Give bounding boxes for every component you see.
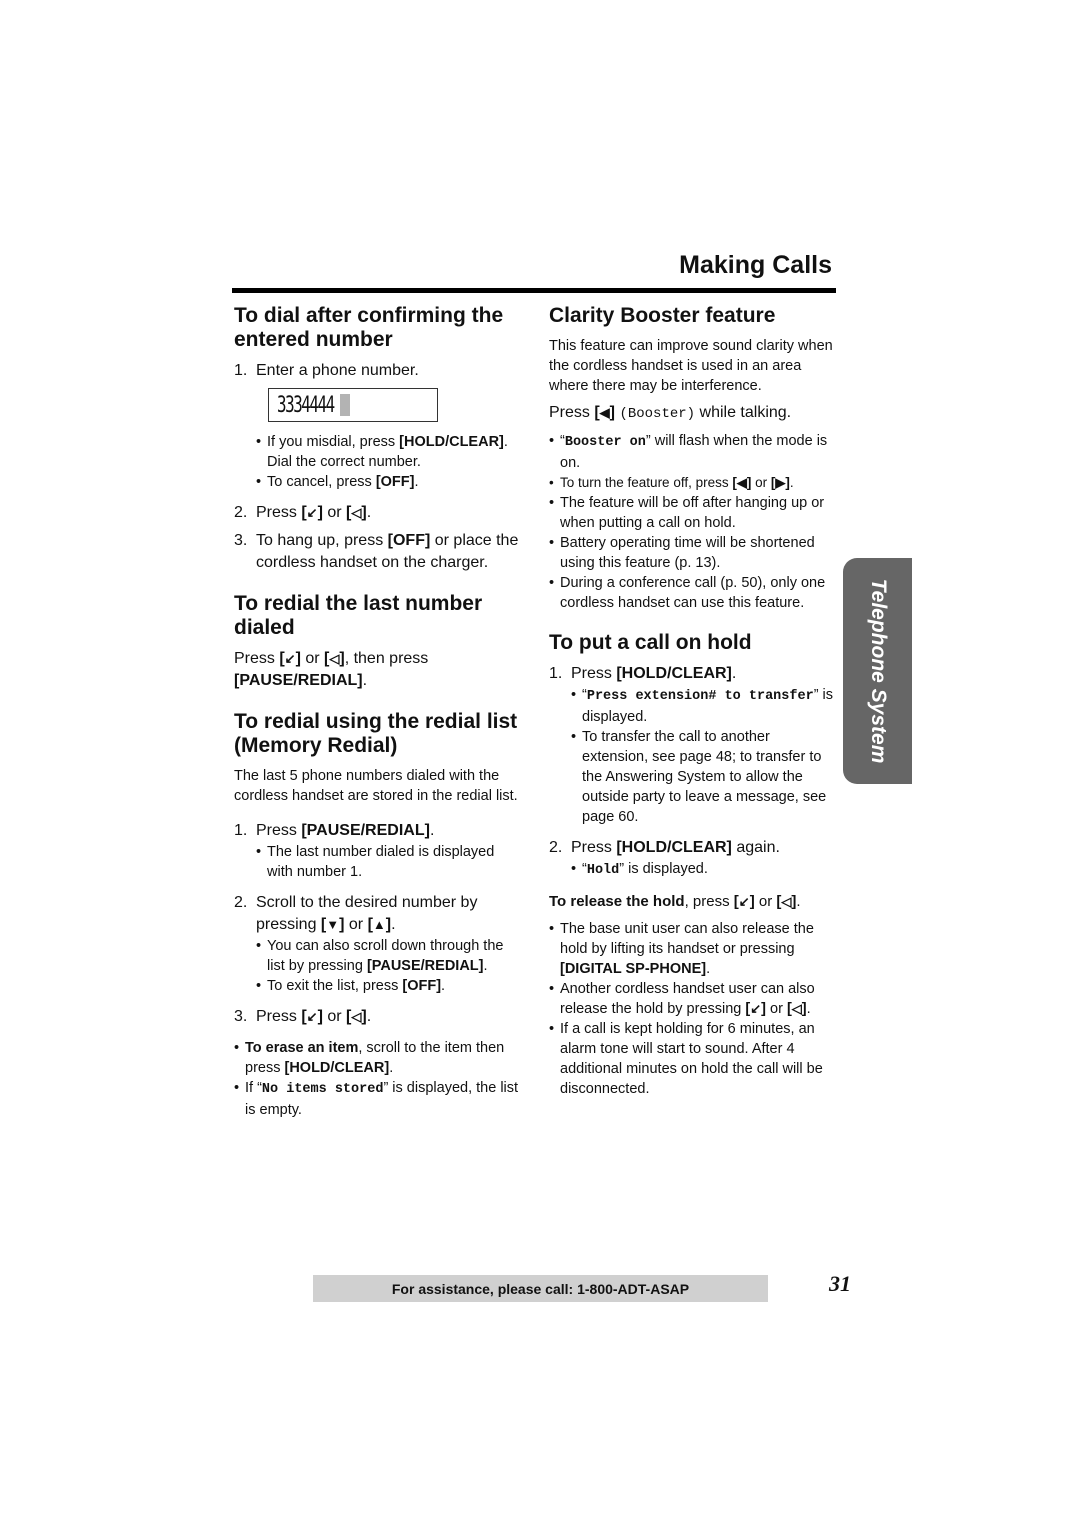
- step-2: 2. Press [HOLD/CLEAR] again.: [549, 839, 780, 856]
- list-item: Battery operating time will be shortened…: [549, 533, 834, 573]
- speakerphone-icon: ◁: [791, 1001, 802, 1016]
- arrow-up-icon: ▲: [372, 917, 386, 932]
- step-2: 2. Scroll to the desired number by press…: [234, 892, 519, 936]
- off-key: [OFF]: [402, 978, 442, 994]
- header-rule: [232, 288, 836, 293]
- talk-icon: ↙: [284, 651, 296, 666]
- talk-icon: ↙: [750, 1001, 762, 1016]
- step-3: 3. To hang up, press [OFF] or place the …: [234, 532, 519, 571]
- step-2: 2. Press [↙] or [◁].: [234, 502, 519, 524]
- display-message: Booster on: [564, 435, 646, 450]
- hold-clear-key: [HOLD/CLEAR]: [284, 1060, 390, 1076]
- clarity-intro: This feature can improve sound clarity w…: [549, 338, 833, 394]
- memory-redial-notes: To erase an item, scroll to the item the…: [234, 1038, 519, 1120]
- hold-clear-key: [HOLD/CLEAR]: [616, 665, 732, 682]
- speakerphone-icon: ◁: [329, 651, 340, 666]
- list-item: To transfer the call to another extensio…: [571, 727, 834, 827]
- assistance-banner: For assistance, please call: 1-800-ADT-A…: [313, 1275, 768, 1302]
- list-item: “Booster on” will flash when the mode is…: [549, 431, 834, 473]
- arrow-left-icon: ◀: [736, 475, 747, 490]
- section-heading: To redial using the redial list (Memory …: [234, 710, 518, 757]
- lcd-display: 3334444: [268, 388, 438, 422]
- section-tab-label: Telephone System: [866, 578, 890, 764]
- step-1: 1. Enter a phone number.: [234, 362, 419, 379]
- section-tab: Telephone System: [843, 558, 912, 784]
- step-1-notes: “Press extension# to transfer” is displa…: [571, 685, 834, 827]
- page-number: 31: [829, 1271, 851, 1296]
- list-item: The last number dialed is displayed with…: [256, 842, 519, 882]
- pause-redial-key: [PAUSE/REDIAL]: [366, 958, 484, 974]
- speakerphone-icon: ◁: [781, 894, 792, 909]
- step-2-notes: “Hold” is displayed.: [571, 859, 834, 881]
- right-column: Clarity Booster feature This feature can…: [549, 304, 834, 1099]
- list-item: To turn the feature off, press [◀] or [▶…: [549, 473, 834, 493]
- list-item: During a conference call (p. 50), only o…: [549, 573, 834, 613]
- page-title: Making Calls: [679, 251, 832, 279]
- speakerphone-icon: ◁: [351, 1009, 362, 1024]
- list-item: If “No items stored” is displayed, the l…: [234, 1078, 519, 1120]
- clarity-notes: “Booster on” will flash when the mode is…: [549, 431, 834, 613]
- left-column: To dial after confirming the entered num…: [234, 304, 519, 1120]
- list-item: If a call is kept holding for 6 minutes,…: [549, 1019, 834, 1099]
- pause-redial-key: [PAUSE/REDIAL]: [234, 672, 363, 689]
- display-message: Press extension# to transfer: [586, 689, 814, 704]
- off-key: [OFF]: [387, 532, 431, 549]
- section-call-on-hold: To put a call on hold 1. Press [HOLD/CLE…: [549, 631, 834, 1099]
- off-key: [OFF]: [375, 474, 415, 490]
- arrow-down-icon: ▼: [326, 917, 340, 932]
- section-redial-last: To redial the last number dialed Press […: [234, 592, 519, 692]
- step-2-notes: You can also scroll down through the lis…: [256, 936, 519, 996]
- step-1: 1. Press [PAUSE/REDIAL].: [234, 822, 435, 839]
- pause-redial-key: [PAUSE/REDIAL]: [301, 822, 430, 839]
- list-item: You can also scroll down through the lis…: [256, 936, 519, 976]
- section-dial-after-confirming: To dial after confirming the entered num…: [234, 304, 519, 574]
- hold-clear-key: [HOLD/CLEAR]: [399, 434, 504, 450]
- section-heading: To put a call on hold: [549, 631, 752, 654]
- digital-sp-phone-key: [DIGITAL SP-PHONE]: [560, 961, 707, 977]
- section-heading: To dial after confirming the entered num…: [234, 304, 504, 351]
- clarity-instruction: Press [◀] (Booster) while talking.: [549, 404, 792, 422]
- step-1-notes: If you misdial, press [HOLD/CLEAR]. Dial…: [256, 432, 519, 492]
- arrow-right-icon: ▶: [775, 475, 786, 490]
- section-memory-redial: To redial using the redial list (Memory …: [234, 710, 519, 1120]
- list-item: To exit the list, press [OFF].: [256, 976, 519, 996]
- memory-redial-intro: The last 5 phone numbers dialed with the…: [234, 768, 518, 804]
- release-hold-notes: The base unit user can also release the …: [549, 919, 834, 1099]
- section-clarity-booster: Clarity Booster feature This feature can…: [549, 304, 834, 613]
- section-heading: To redial the last number dialed: [234, 592, 483, 639]
- section-heading: Clarity Booster feature: [549, 304, 776, 327]
- list-item: “Hold” is displayed.: [571, 859, 834, 881]
- display-message: No items stored: [261, 1082, 384, 1097]
- speakerphone-icon: ◁: [351, 505, 362, 520]
- list-item: If you misdial, press [HOLD/CLEAR]. Dial…: [256, 432, 519, 472]
- booster-label: (Booster): [619, 406, 696, 422]
- arrow-left-icon: ◀: [599, 405, 610, 420]
- lcd-cursor: [339, 394, 350, 416]
- release-hold-instruction: To release the hold, press [↙] or [◁].: [549, 891, 834, 913]
- talk-icon: ↙: [738, 894, 750, 909]
- list-item: To cancel, press [OFF].: [256, 472, 519, 492]
- step-3: 3. Press [↙] or [◁].: [234, 1006, 519, 1028]
- list-item: “Press extension# to transfer” is displa…: [571, 685, 834, 727]
- step-1-notes: The last number dialed is displayed with…: [256, 842, 519, 882]
- talk-icon: ↙: [306, 1009, 318, 1024]
- list-item: The base unit user can also release the …: [549, 919, 834, 979]
- list-item: The feature will be off after hanging up…: [549, 493, 834, 533]
- hold-clear-key: [HOLD/CLEAR]: [616, 839, 732, 856]
- display-message: Hold: [586, 863, 620, 878]
- redial-last-instruction: Press [↙] or [◁], then press [PAUSE/REDI…: [234, 650, 429, 689]
- list-item: To erase an item, scroll to the item the…: [234, 1038, 519, 1078]
- assistance-text: For assistance, please call: 1-800-ADT-A…: [391, 1280, 690, 1297]
- list-item: Another cordless handset user can also r…: [549, 979, 834, 1019]
- talk-icon: ↙: [306, 505, 318, 520]
- step-1: 1. Press [HOLD/CLEAR].: [549, 665, 737, 682]
- lcd-digits: 3334444: [277, 392, 335, 418]
